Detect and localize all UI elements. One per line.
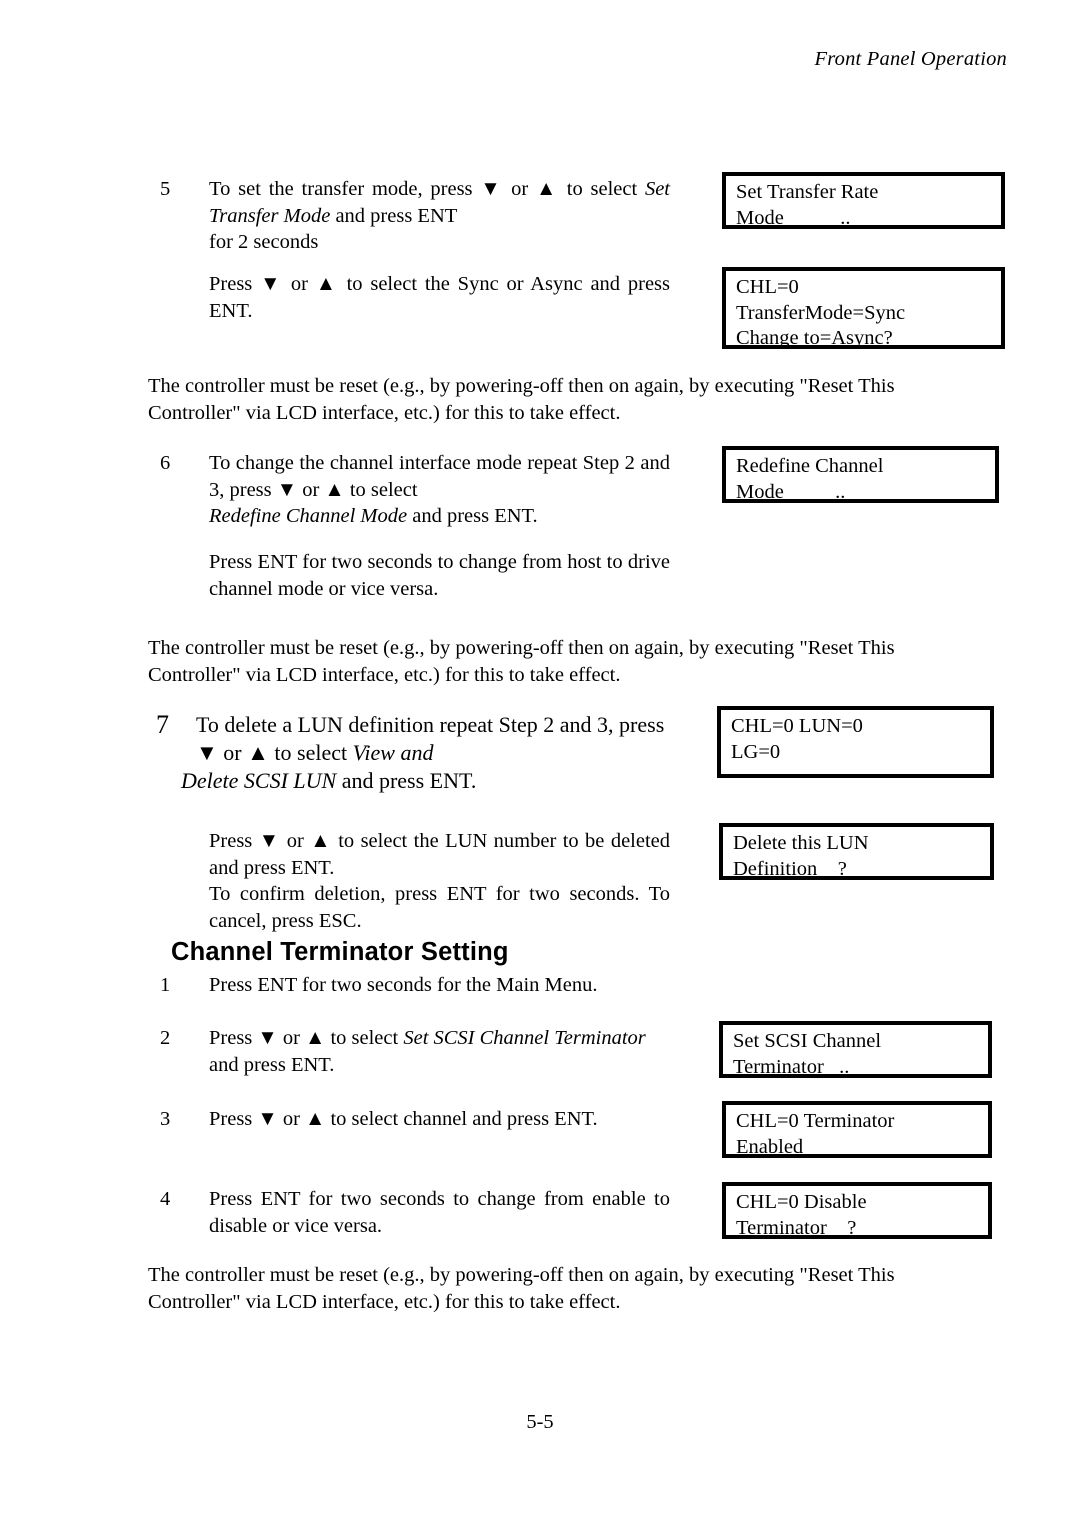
down-arrow-icon: ▼ [257, 1027, 278, 1049]
lcd-panel-set-scsi-channel-terminator: Set SCSI Channel Terminator .. [719, 1021, 992, 1078]
terminator-step-2-line-1: Press ▼ or ▲ to select Set SCSI Channel … [209, 1027, 646, 1049]
down-arrow-icon: ▼ [480, 178, 504, 200]
terminator-step-3: 3 Press ▼ or ▲ to select channel and pre… [160, 1106, 670, 1133]
lcd-panel-transfer-mode-change: CHL=0 TransferMode=Sync Change to=Async? [722, 267, 1005, 349]
lcd-line: Terminator ? [736, 1216, 857, 1239]
step-7-italic-term-2: Delete SCSI LUN [181, 768, 337, 793]
terminator-step-2-italic-term: Set SCSI Channel Terminator [403, 1027, 646, 1049]
step-7-substep-1: Press ▼ or ▲ to select the LUN number to… [160, 828, 670, 881]
step-5-number: 5 [160, 178, 171, 200]
step-7: 7 To delete a LUN definition repeat Step… [156, 711, 676, 795]
terminator-step-3-number: 3 [160, 1108, 171, 1130]
step-5-line-2: for 2 seconds [209, 231, 319, 253]
reset-note-2: The controller must be reset (e.g., by p… [148, 637, 895, 686]
step-7-substep-2: To confirm deletion, press ENT for two s… [160, 881, 670, 934]
terminator-step-1-number: 1 [160, 974, 171, 996]
lcd-line: Set Transfer Rate [736, 181, 879, 203]
lcd-line: LG=0 [731, 740, 781, 763]
lcd-panel-chl-lun-lg: CHL=0 LUN=0 LG=0 [717, 706, 994, 778]
lcd-panel-chl-disable-terminator: CHL=0 Disable Terminator ? [722, 1182, 992, 1239]
step-6-italic-term: Redefine Channel Mode [209, 505, 408, 527]
step-6-line-2: Redefine Channel Mode and press ENT. [209, 505, 538, 527]
terminator-step-2: 2 Press ▼ or ▲ to select Set SCSI Channe… [160, 1025, 670, 1078]
down-arrow-icon: ▼ [196, 740, 218, 765]
lcd-line: CHL=0 Disable [736, 1191, 867, 1213]
up-arrow-icon: ▲ [324, 478, 345, 501]
down-arrow-icon: ▼ [260, 273, 284, 295]
lcd-line: CHL=0 LUN=0 [731, 715, 863, 737]
lcd-panel-redefine-channel-mode: Redefine Channel Mode .. [722, 446, 999, 503]
step-6-substep: Press ENT for two seconds to change from… [160, 549, 670, 602]
reset-note-3: The controller must be reset (e.g., by p… [148, 1264, 895, 1313]
lcd-line: CHL=0 [736, 276, 799, 298]
page-number: 5-5 [526, 1411, 554, 1433]
lcd-line: Delete this LUN [733, 832, 869, 854]
running-header: Front Panel Operation [814, 48, 1007, 70]
up-arrow-icon: ▲ [535, 178, 559, 200]
down-arrow-icon: ▼ [257, 1108, 278, 1130]
lcd-line: Redefine Channel [736, 455, 884, 477]
lcd-panel-chl-terminator-enabled: CHL=0 Terminator Enabled [722, 1101, 992, 1158]
reset-note-1: The controller must be reset (e.g., by p… [148, 375, 895, 424]
terminator-step-1: 1 Press ENT for two seconds for the Main… [160, 972, 670, 999]
step-5: 5 To set the transfer mode, press ▼ or ▲… [160, 176, 670, 256]
lcd-line: TransferMode=Sync [736, 301, 906, 324]
step-7-italic-term-1: View and [352, 740, 434, 765]
terminator-step-4: 4 Press ENT for two seconds to change fr… [160, 1186, 670, 1239]
up-arrow-icon: ▲ [310, 830, 332, 852]
step-5-line-1: To set the transfer mode, press ▼ or ▲ t… [209, 178, 670, 227]
step-6: 6 To change the channel interface mode r… [160, 450, 670, 530]
lcd-line: Mode .. [736, 480, 846, 503]
up-arrow-icon: ▲ [305, 1108, 326, 1130]
terminator-step-2-line-2: and press ENT. [209, 1053, 335, 1076]
lcd-line: Enabled [736, 1135, 804, 1158]
document-page: Front Panel Operation 5 To set the trans… [0, 0, 1080, 1529]
step-7-line-2: ▼ or ▲ to select View and [196, 740, 434, 765]
lcd-line: Change to=Async? [736, 327, 893, 349]
down-arrow-icon: ▼ [258, 830, 281, 852]
lcd-line: Mode .. [736, 206, 851, 229]
step-7-line-3: Delete SCSI LUN and press ENT. [181, 768, 477, 793]
step-6-line-1: To change the channel interface mode rep… [209, 452, 670, 501]
step-7-number: 7 [156, 710, 169, 739]
terminator-step-3-text: Press ▼ or ▲ to select channel and press… [209, 1108, 598, 1130]
lcd-line: Terminator .. [733, 1055, 850, 1078]
step-7-substep-2-text: To confirm deletion, press ENT for two s… [209, 883, 670, 932]
step-5-substep-text: Press ▼ or ▲ to select the Sync or Async… [209, 273, 670, 322]
step-7-line-1: To delete a LUN definition repeat Step 2… [196, 712, 665, 737]
up-arrow-icon: ▲ [315, 273, 339, 295]
terminator-step-4-text: Press ENT for two seconds to change from… [209, 1188, 670, 1237]
terminator-step-1-text: Press ENT for two seconds for the Main M… [209, 974, 598, 996]
step-5-substep: Press ▼ or ▲ to select the Sync or Async… [160, 271, 670, 324]
up-arrow-icon: ▲ [247, 740, 269, 765]
lcd-line: CHL=0 Terminator [736, 1110, 895, 1132]
terminator-step-4-number: 4 [160, 1188, 171, 1210]
step-7-substep-1-text: Press ▼ or ▲ to select the LUN number to… [209, 830, 671, 879]
lcd-panel-set-transfer-rate-mode: Set Transfer Rate Mode .. [722, 172, 1005, 229]
lcd-line: Definition ? [733, 857, 847, 880]
up-arrow-icon: ▲ [305, 1027, 326, 1049]
lcd-panel-delete-this-lun-definition: Delete this LUN Definition ? [719, 823, 994, 880]
lcd-line: Set SCSI Channel [733, 1030, 882, 1052]
terminator-step-2-number: 2 [160, 1027, 171, 1049]
section-heading-channel-terminator-setting: Channel Terminator Setting [171, 938, 509, 966]
step-6-number: 6 [160, 452, 171, 474]
down-arrow-icon: ▼ [276, 478, 298, 501]
step-6-substep-text: Press ENT for two seconds to change from… [209, 551, 670, 600]
